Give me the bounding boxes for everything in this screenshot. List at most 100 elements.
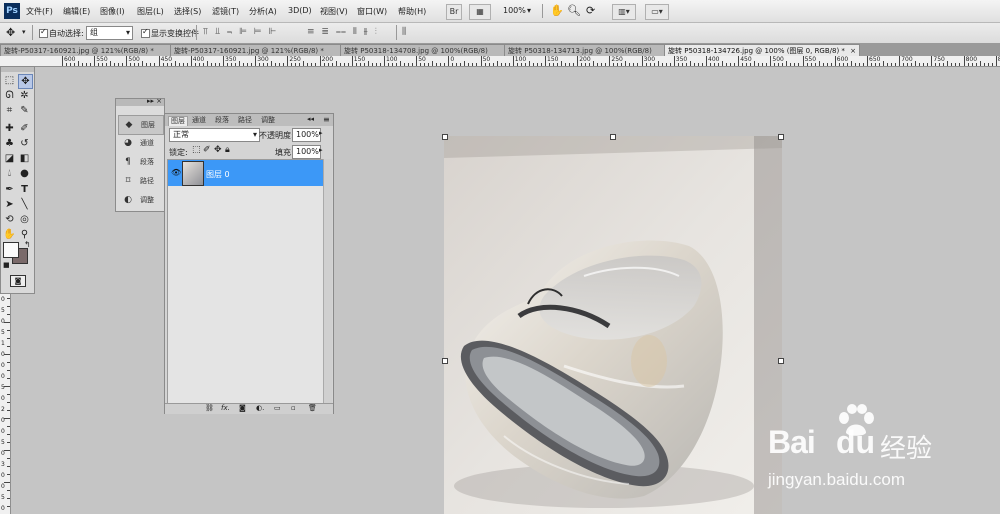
- tab-paths[interactable]: 路径: [238, 116, 252, 125]
- hand-tool-icon[interactable]: ✋: [3, 228, 16, 241]
- type-tool-icon[interactable]: T: [18, 183, 31, 196]
- blend-mode-dropdown[interactable]: 正常 ▾: [169, 128, 260, 142]
- align-buttons[interactable]: ⫪ ⫫ ⫬ ⊫ ⊨ ⊩: [203, 27, 278, 37]
- fill-input[interactable]: 100%: [292, 145, 321, 159]
- ruler-minor-tick: [613, 63, 615, 66]
- transform-handle[interactable]: [778, 358, 784, 364]
- brush-tool-icon[interactable]: ✐: [18, 122, 31, 135]
- menu-file[interactable]: 文件(F): [26, 6, 53, 17]
- quick-mask-button[interactable]: ◙: [10, 275, 26, 287]
- history-brush-icon[interactable]: ↺: [18, 137, 31, 150]
- menu-help[interactable]: 帮助(H): [398, 6, 426, 17]
- move-tool-icon[interactable]: ✥: [18, 74, 33, 89]
- menu-edit[interactable]: 编辑(E): [63, 6, 90, 17]
- dock-header[interactable]: ▸▸ ×: [116, 97, 164, 106]
- dodge-tool-icon[interactable]: ●: [18, 167, 31, 180]
- healing-brush-icon[interactable]: ✚: [3, 122, 16, 135]
- rotate-view-icon[interactable]: ⟳: [586, 4, 595, 17]
- transform-handle[interactable]: [442, 134, 448, 140]
- menu-analysis[interactable]: 分析(A): [249, 6, 277, 17]
- tab-adjustments[interactable]: 调整: [261, 116, 275, 125]
- eyedropper-icon[interactable]: ✎: [18, 104, 31, 117]
- lock-pixels-icon[interactable]: ✐: [203, 145, 211, 155]
- magic-wand-icon[interactable]: ✲: [18, 89, 31, 102]
- distribute-buttons[interactable]: ≡ ≣ ⩵ ⫴ ⫵ ⫶: [307, 27, 379, 37]
- line-tool-icon[interactable]: ╲: [18, 198, 31, 211]
- new-layer-icon[interactable]: ▫: [291, 404, 296, 412]
- chevron-down-icon[interactable]: ▾: [527, 6, 531, 15]
- trash-icon[interactable]: 🗑︎: [308, 404, 317, 412]
- layer-list: 👁︎ 图层 0: [167, 159, 324, 405]
- pen-tool-icon[interactable]: ✒: [3, 183, 16, 196]
- ruler-minor-tick: [82, 63, 83, 66]
- auto-select-checkbox[interactable]: ✓: [39, 27, 48, 38]
- visibility-eye-icon[interactable]: 👁︎: [171, 168, 181, 177]
- view-extras-button[interactable]: ▦: [469, 4, 491, 20]
- eraser-icon[interactable]: ◪: [3, 152, 16, 165]
- close-icon[interactable]: ×: [156, 97, 162, 105]
- chevron-down-icon[interactable]: ▾: [22, 28, 26, 36]
- toolbox-header[interactable]: [1, 67, 34, 72]
- dock-item-channels[interactable]: ◕ 通道: [118, 134, 162, 152]
- foreground-color-swatch[interactable]: [3, 242, 19, 258]
- adjustment-layer-icon[interactable]: ◐.: [256, 404, 264, 412]
- canvas-photo[interactable]: [444, 136, 782, 514]
- 3d-rotate-icon[interactable]: ⟲: [3, 213, 16, 226]
- layer-name[interactable]: 图层 0: [206, 169, 230, 180]
- path-select-icon[interactable]: ➤: [3, 198, 16, 211]
- menu-window[interactable]: 窗口(W): [357, 6, 387, 17]
- tab-paragraph[interactable]: 段落: [215, 116, 229, 125]
- layer-row-selected[interactable]: 👁︎ 图层 0: [168, 160, 323, 186]
- add-mask-icon[interactable]: ◙: [239, 404, 246, 412]
- menu-layer[interactable]: 图层(L): [137, 6, 164, 17]
- lock-position-icon[interactable]: ✥: [214, 145, 222, 155]
- transform-handle[interactable]: [442, 358, 448, 364]
- show-transform-checkbox[interactable]: ✓: [141, 27, 150, 38]
- clone-stamp-icon[interactable]: ♣: [3, 137, 16, 150]
- gradient-tool-icon[interactable]: ◧: [18, 152, 31, 165]
- marquee-tool-icon[interactable]: ⬚: [3, 74, 16, 87]
- menu-view[interactable]: 视图(V): [320, 6, 348, 17]
- dock-item-paths[interactable]: ⌑ 路径: [118, 172, 162, 190]
- dock-item-adjustments[interactable]: ◐ 调整: [118, 191, 162, 209]
- tab-channels[interactable]: 通道: [192, 116, 206, 125]
- lock-all-icon[interactable]: 🔒︎: [225, 145, 230, 155]
- new-group-icon[interactable]: ▭: [274, 404, 281, 412]
- expand-icon[interactable]: ▸▸: [147, 97, 154, 105]
- menu-filter[interactable]: 滤镜(T): [212, 6, 239, 17]
- link-layers-icon[interactable]: ⛓: [205, 404, 214, 412]
- ruler-minor-tick: [528, 61, 530, 66]
- 3d-orbit-icon[interactable]: ◎: [18, 213, 31, 226]
- layer-list-scrollbar[interactable]: [323, 159, 332, 403]
- crop-tool-icon[interactable]: ⌗: [3, 104, 16, 117]
- layer-style-icon[interactable]: fx.: [221, 404, 230, 412]
- collapse-icon[interactable]: ◂◂: [307, 115, 314, 123]
- move-tool-icon[interactable]: ✥: [6, 26, 15, 39]
- menu-3d[interactable]: 3D(D): [288, 6, 312, 15]
- bridge-button[interactable]: Br: [446, 4, 462, 20]
- panel-menu-icon[interactable]: ≡: [323, 115, 330, 124]
- zoom-tool-icon[interactable]: 🔍︎: [567, 4, 581, 17]
- chevron-right-icon[interactable]: ▸: [319, 146, 323, 154]
- transform-handle[interactable]: [610, 134, 616, 140]
- lock-transparent-icon[interactable]: ⬚: [192, 145, 201, 155]
- hand-tool-icon[interactable]: ✋: [550, 4, 564, 17]
- zoom-level[interactable]: 100%: [503, 6, 526, 15]
- lasso-tool-icon[interactable]: ᘏ: [3, 89, 16, 102]
- dock-item-layers[interactable]: ◆ 图层: [118, 115, 164, 135]
- menu-select[interactable]: 选择(S): [174, 6, 201, 17]
- ruler-minor-tick: [971, 63, 973, 66]
- auto-select-dropdown[interactable]: 组 ▾: [86, 26, 133, 40]
- default-colors-icon[interactable]: ■: [3, 261, 10, 269]
- chevron-right-icon[interactable]: ▸: [319, 129, 323, 137]
- screen-mode-button[interactable]: ▭▾: [645, 4, 669, 20]
- swap-colors-icon[interactable]: ↰: [24, 240, 31, 249]
- menu-image[interactable]: 图像(I): [100, 6, 125, 17]
- tab-layers[interactable]: 图层: [168, 116, 188, 126]
- blur-tool-icon[interactable]: 💧︎: [3, 167, 16, 180]
- opacity-input[interactable]: 100%: [292, 128, 321, 142]
- auto-align-icon[interactable]: ⫼: [402, 27, 406, 37]
- dock-item-paragraph[interactable]: ¶ 段落: [118, 153, 162, 171]
- transform-handle[interactable]: [778, 134, 784, 140]
- arrange-documents-button[interactable]: ▥▾: [612, 4, 636, 20]
